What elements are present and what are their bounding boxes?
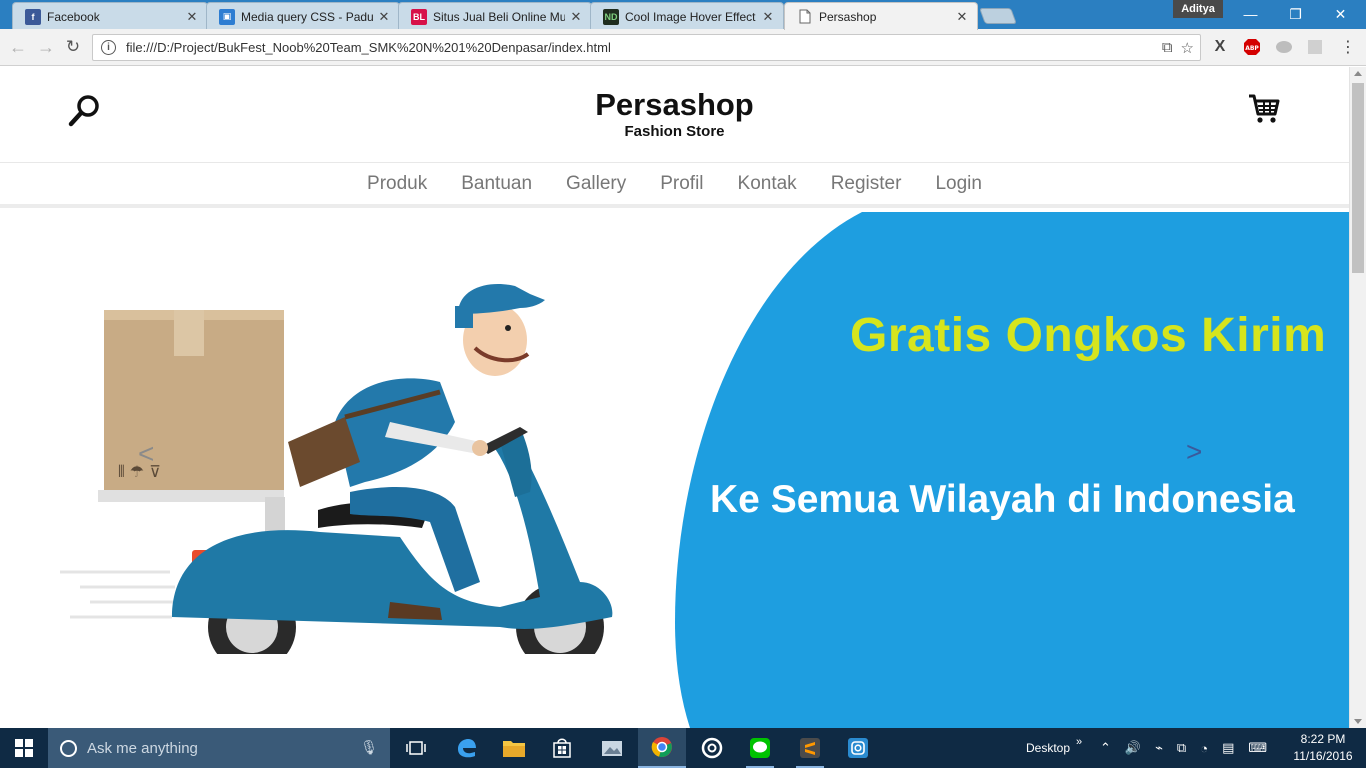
translate-icon[interactable]: ⧉ xyxy=(1162,39,1173,57)
task-view-button[interactable] xyxy=(392,728,440,768)
profile-badge[interactable]: Aditya xyxy=(1173,0,1223,18)
chevron-up-icon[interactable]: ⌃ xyxy=(1100,740,1111,756)
windows-logo-icon xyxy=(15,739,33,757)
nav-gallery[interactable]: Gallery xyxy=(549,173,643,195)
restore-button[interactable]: ❐ xyxy=(1273,0,1318,28)
tab-media-query[interactable]: ▣ Media query CSS - Paduan ✕ xyxy=(206,2,400,30)
close-icon[interactable]: ✕ xyxy=(955,9,969,25)
nav-profil[interactable]: Profil xyxy=(643,173,720,195)
tab-facebook[interactable]: f Facebook ✕ xyxy=(12,2,208,30)
browser-tab-strip: f Facebook ✕ ▣ Media query CSS - Paduan … xyxy=(0,0,1366,30)
site-header: Persashop Fashion Store xyxy=(0,67,1349,163)
page-viewport: Persashop Fashion Store Produk Bantuan G… xyxy=(0,67,1349,728)
shopping-cart-icon[interactable] xyxy=(1247,93,1281,125)
scroll-down-icon[interactable] xyxy=(1354,719,1362,724)
cast-icon[interactable]: ⧉ xyxy=(1177,740,1186,756)
main-navigation: Produk Bantuan Gallery Profil Kontak Reg… xyxy=(0,164,1349,208)
cortana-icon xyxy=(60,739,77,757)
bookmark-star-icon[interactable]: ☆ xyxy=(1181,39,1194,57)
facebook-icon: f xyxy=(25,8,41,25)
nav-register[interactable]: Register xyxy=(814,173,919,195)
address-bar[interactable]: i file:///D:/Project/BukFest_Noob%20Team… xyxy=(92,34,1201,61)
bukalapak-icon: BL xyxy=(411,8,427,25)
slider-next-button[interactable]: > xyxy=(1186,436,1202,468)
power-icon[interactable]: ⌁ xyxy=(1155,740,1163,756)
tab-title: Cool Image Hover Effect xyxy=(625,9,756,24)
chevron-right-icon: » xyxy=(1076,736,1083,748)
file-explorer-icon[interactable] xyxy=(490,728,538,768)
extension-icon[interactable] xyxy=(1274,37,1294,57)
tab-title: Facebook xyxy=(47,9,100,24)
keyboard-icon[interactable]: ⌨ xyxy=(1248,740,1267,756)
site-subtitle: Fashion Store xyxy=(624,123,725,140)
close-window-button[interactable]: ✕ xyxy=(1318,0,1363,28)
new-tab-button[interactable] xyxy=(979,8,1017,24)
scroll-up-icon[interactable] xyxy=(1354,71,1362,76)
media-query-icon: ▣ xyxy=(219,8,235,25)
nav-bantuan[interactable]: Bantuan xyxy=(444,173,549,195)
close-icon[interactable]: ✕ xyxy=(761,9,775,25)
store-icon[interactable] xyxy=(538,728,586,768)
extension-grid-icon[interactable] xyxy=(1305,37,1325,57)
microphone-icon[interactable]: 🎙 xyxy=(360,739,378,756)
x-extension-icon[interactable]: X xyxy=(1210,37,1230,57)
edge-icon[interactable] xyxy=(442,728,490,768)
photos-icon[interactable] xyxy=(588,728,636,768)
close-icon[interactable]: ✕ xyxy=(569,9,583,25)
close-icon[interactable]: ✕ xyxy=(185,9,199,25)
clock-date: 11/16/2016 xyxy=(1293,749,1353,763)
nav-kontak[interactable]: Kontak xyxy=(721,173,814,195)
wifi-icon[interactable]: ◔ xyxy=(1200,741,1208,756)
action-center-icon[interactable]: ▤ xyxy=(1222,740,1234,756)
menu-icon[interactable]: ⋮ xyxy=(1338,37,1358,57)
nav-produk[interactable]: Produk xyxy=(350,173,444,195)
slider-prev-button[interactable]: < xyxy=(138,438,154,470)
line-icon[interactable] xyxy=(736,728,784,768)
chrome-icon[interactable] xyxy=(638,728,686,768)
sublime-text-icon[interactable] xyxy=(786,728,834,768)
adblock-plus-icon[interactable]: ABP xyxy=(1242,37,1262,57)
info-icon[interactable]: i xyxy=(101,40,116,55)
tab-title: Persashop xyxy=(819,9,877,24)
browser-toolbar: ← → ↻ i file:///D:/Project/BukFest_Noob%… xyxy=(0,29,1366,66)
reload-button[interactable]: ↻ xyxy=(63,37,83,57)
tab-image-hover[interactable]: ND Cool Image Hover Effect ✕ xyxy=(590,2,784,30)
scrollbar-thumb[interactable] xyxy=(1352,83,1364,273)
cortana-placeholder: Ask me anything xyxy=(87,739,198,757)
hero-headline: Gratis Ongkos Kirim xyxy=(850,309,1327,362)
windows-taskbar: Ask me anything 🎙 Desktop » ⌃ 🔊 ⌁ ⧉ ◔ ▤ xyxy=(0,728,1366,768)
groove-icon[interactable] xyxy=(688,728,736,768)
page-scrollbar[interactable] xyxy=(1349,67,1366,728)
start-button[interactable] xyxy=(0,728,48,768)
brand: Persashop Fashion Store xyxy=(0,87,1349,141)
system-tray: ⌃ 🔊 ⌁ ⧉ ◔ ▤ ⌨ xyxy=(1100,728,1267,768)
tab-bukalapak[interactable]: BL Situs Jual Beli Online Mu ✕ xyxy=(398,2,592,30)
tab-title: Media query CSS - Paduan xyxy=(241,9,373,24)
desktop-toolbar[interactable]: Desktop » xyxy=(1026,728,1082,768)
back-button[interactable]: ← xyxy=(8,37,28,57)
page-icon xyxy=(797,9,813,25)
taskbar-clock[interactable]: 8:22 PM 11/16/2016 xyxy=(1290,731,1356,765)
cortana-search-box[interactable]: Ask me anything 🎙 xyxy=(48,728,390,768)
hero-subline: Ke Semua Wilayah di Indonesia xyxy=(710,478,1295,521)
forward-button[interactable]: → xyxy=(36,37,56,57)
nd-icon: ND xyxy=(603,8,619,25)
hero-slider: ⫴ ☂ ⊽ Gratis Ongkos Kirim Ke Semua Wilay… xyxy=(0,212,1349,728)
url-text: file:///D:/Project/BukFest_Noob%20Team_S… xyxy=(126,40,611,55)
close-icon[interactable]: ✕ xyxy=(377,9,391,25)
clock-time: 8:22 PM xyxy=(1300,732,1346,746)
nav-login[interactable]: Login xyxy=(918,173,999,195)
minimize-button[interactable]: — xyxy=(1228,0,1273,28)
instagram-icon[interactable] xyxy=(834,728,882,768)
tab-title: Situs Jual Beli Online Mu xyxy=(433,9,565,24)
site-title[interactable]: Persashop xyxy=(0,87,1349,123)
volume-icon[interactable]: 🔊 xyxy=(1125,740,1141,756)
desktop-label: Desktop xyxy=(1026,741,1071,755)
svg-text:ABP: ABP xyxy=(1245,45,1259,52)
tab-persashop[interactable]: Persashop ✕ xyxy=(784,2,978,30)
